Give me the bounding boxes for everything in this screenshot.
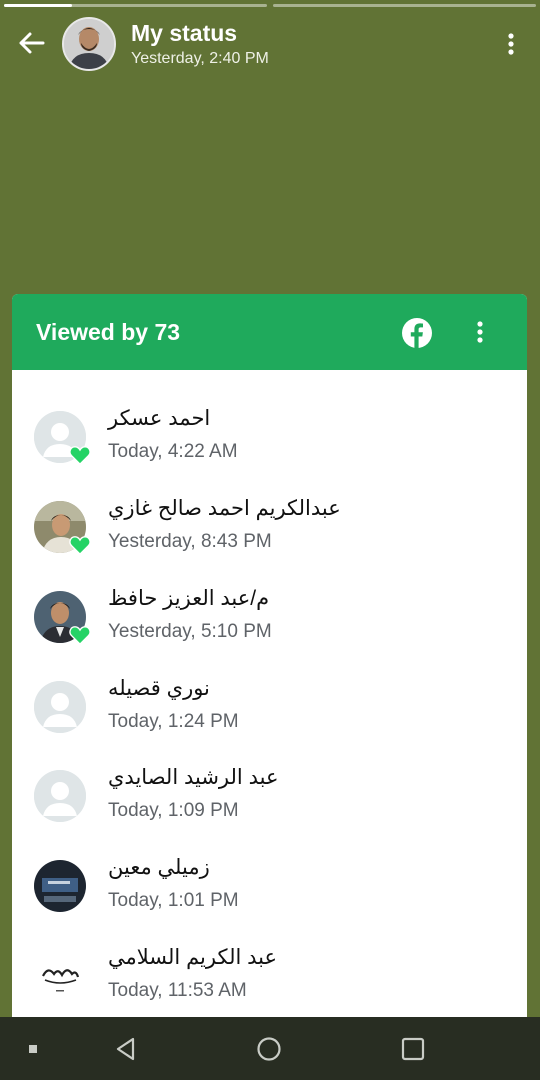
list-item[interactable]: احمد عسكر Today, 4:22 AM — [12, 395, 527, 479]
avatar — [34, 950, 86, 1002]
heart-icon — [69, 626, 91, 645]
list-item[interactable]: عبد الرشيد الصايدي Today, 1:09 PM — [12, 754, 527, 838]
page-title: My status — [131, 20, 238, 46]
list-item[interactable]: م/عبد العزيز حافظ Yesterday, 5:10 PM — [12, 575, 527, 659]
viewer-name: عبد الكريم السلامي — [108, 946, 278, 969]
more-vert-icon — [477, 321, 483, 343]
more-options-button[interactable] — [498, 28, 524, 60]
status-progress-2 — [273, 4, 536, 7]
heart-icon — [69, 446, 91, 465]
heart-icon — [69, 536, 91, 555]
avatar — [34, 770, 86, 822]
viewer-name: زميلي معين — [108, 856, 210, 879]
nav-back-button[interactable] — [104, 1017, 148, 1080]
system-navigation-bar — [0, 1017, 540, 1080]
viewer-name: م/عبد العزيز حافظ — [108, 587, 270, 610]
viewer-time: Today, 11:53 AM — [108, 980, 247, 1001]
back-triangle-icon — [116, 1037, 135, 1060]
list-item[interactable]: عبد الكريم السلامي Today, 11:53 AM — [12, 934, 527, 1018]
viewer-time: Yesterday, 5:10 PM — [108, 621, 272, 642]
share-facebook-button[interactable] — [401, 317, 433, 349]
back-button[interactable] — [14, 28, 48, 58]
more-vert-icon — [508, 33, 514, 55]
nav-recents-button[interactable] — [391, 1017, 435, 1080]
viewer-time: Today, 4:22 AM — [108, 441, 238, 462]
viewer-time: Yesterday, 8:43 PM — [108, 531, 272, 552]
facebook-icon — [402, 318, 432, 348]
list-item[interactable]: نوري قصيله Today, 1:24 PM — [12, 665, 527, 749]
viewed-by-count: Viewed by 73 — [36, 319, 181, 345]
list-item[interactable]: عبدالكريم احمد صالح غازي Yesterday, 8:43… — [12, 485, 527, 569]
viewers-panel-header: Viewed by 73 — [12, 294, 527, 370]
avatar[interactable] — [62, 17, 116, 71]
arrow-left-icon — [19, 32, 45, 54]
viewer-name: احمد عسكر — [108, 407, 211, 430]
nav-dot-button[interactable] — [22, 1017, 44, 1080]
list-item[interactable]: زميلي معين Today, 1:01 PM — [12, 844, 527, 928]
user-photo-icon — [64, 19, 114, 69]
nav-home-button[interactable] — [247, 1017, 291, 1080]
calligraphy-logo-icon — [34, 950, 86, 1002]
panel-more-options-button[interactable] — [468, 316, 492, 348]
home-circle-icon — [257, 1036, 281, 1061]
dot-icon — [29, 1044, 37, 1053]
default-avatar-icon — [34, 681, 86, 733]
viewer-time: Today, 1:24 PM — [108, 711, 239, 732]
viewer-time: Today, 1:01 PM — [108, 890, 239, 911]
status-progress-1-fill — [4, 4, 73, 7]
viewer-name: نوري قصيله — [108, 677, 210, 700]
recents-square-icon — [401, 1037, 425, 1060]
viewer-name: عبدالكريم احمد صالح غازي — [108, 497, 341, 520]
viewers-panel: Viewed by 73 احمد عسكر Today, 4:22 AM عب… — [12, 294, 527, 1034]
viewer-time: Today, 1:09 PM — [108, 800, 239, 821]
default-avatar-icon — [34, 770, 86, 822]
avatar — [34, 860, 86, 912]
avatar — [34, 681, 86, 733]
status-timestamp: Yesterday, 2:40 PM — [131, 50, 269, 67]
user-photo-icon — [34, 860, 86, 912]
status-header: My status Yesterday, 2:40 PM — [0, 14, 540, 74]
viewer-name: عبد الرشيد الصايدي — [108, 766, 279, 789]
status-progress-1 — [4, 4, 267, 7]
